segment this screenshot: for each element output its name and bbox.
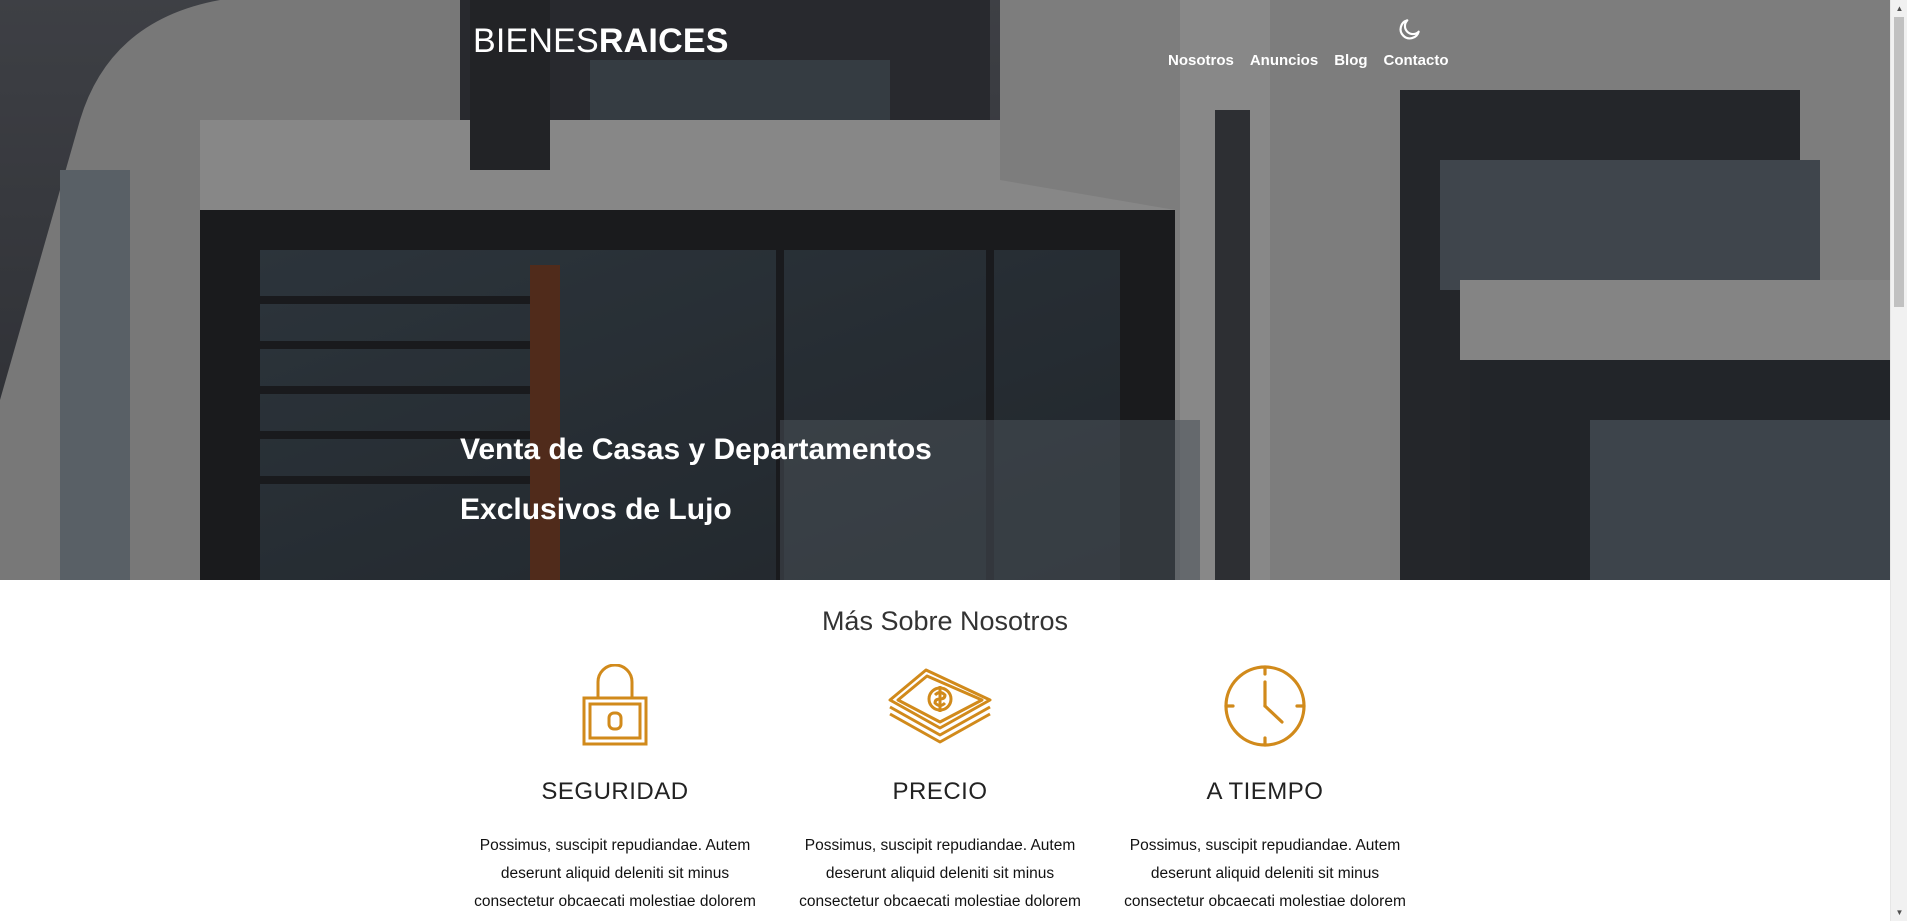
nav-link-contacto[interactable]: Contacto <box>1384 52 1449 69</box>
feature-card-seguridad: SEGURIDAD Possimus, suscipit repudiandae… <box>460 664 770 921</box>
nav-link-anuncios[interactable]: Anuncios <box>1250 52 1318 69</box>
main-nav: Nosotros Anuncios Blog Contacto <box>1168 52 1449 69</box>
feature-icon-wrapper <box>460 664 770 754</box>
feature-text: Possimus, suscipit repudiandae. Autem de… <box>799 837 1081 910</box>
scroll-down-arrow-icon[interactable]: ▼ <box>1891 904 1907 921</box>
section-title: Más Sobre Nosotros <box>821 606 1069 636</box>
lock-icon <box>582 664 648 746</box>
feature-title: SEGURIDAD <box>541 778 689 805</box>
moon-icon[interactable] <box>1397 16 1423 42</box>
feature-title: A TIEMPO <box>1206 778 1324 805</box>
feature-text: Possimus, suscipit repudiandae. Autem de… <box>1124 837 1406 910</box>
logo-light-text: BIENES <box>473 22 599 60</box>
scroll-up-arrow-icon[interactable]: ▲ <box>1891 0 1907 17</box>
money-icon <box>888 668 992 744</box>
site-logo[interactable]: BIENESRAICES <box>473 22 729 61</box>
hero-title: Venta de Casas y Departamentos Exclusivo… <box>460 433 932 526</box>
feature-card-precio: PRECIO Possimus, suscipit repudiandae. A… <box>785 664 1095 921</box>
features-list: SEGURIDAD Possimus, suscipit repudiandae… <box>460 664 1420 921</box>
feature-icon-wrapper <box>785 664 1095 754</box>
hero-banner: BIENESRAICES Nosotros Anuncios Blog Cont… <box>0 0 1890 580</box>
logo-bold-text: RAICES <box>598 22 729 60</box>
feature-icon-wrapper <box>1110 664 1420 754</box>
nav-link-nosotros[interactable]: Nosotros <box>1168 52 1234 69</box>
feature-title: PRECIO <box>892 778 988 805</box>
page-scrollbar[interactable]: ▲ ▼ <box>1890 0 1907 921</box>
feature-text: Possimus, suscipit repudiandae. Autem de… <box>474 837 756 910</box>
feature-card-a-tiempo: A TIEMPO Possimus, suscipit repudiandae.… <box>1110 664 1420 921</box>
nav-link-blog[interactable]: Blog <box>1334 52 1367 69</box>
site-header: BIENESRAICES Nosotros Anuncios Blog Cont… <box>0 0 1890 80</box>
clock-icon <box>1224 665 1306 747</box>
scrollbar-thumb[interactable] <box>1894 17 1904 307</box>
